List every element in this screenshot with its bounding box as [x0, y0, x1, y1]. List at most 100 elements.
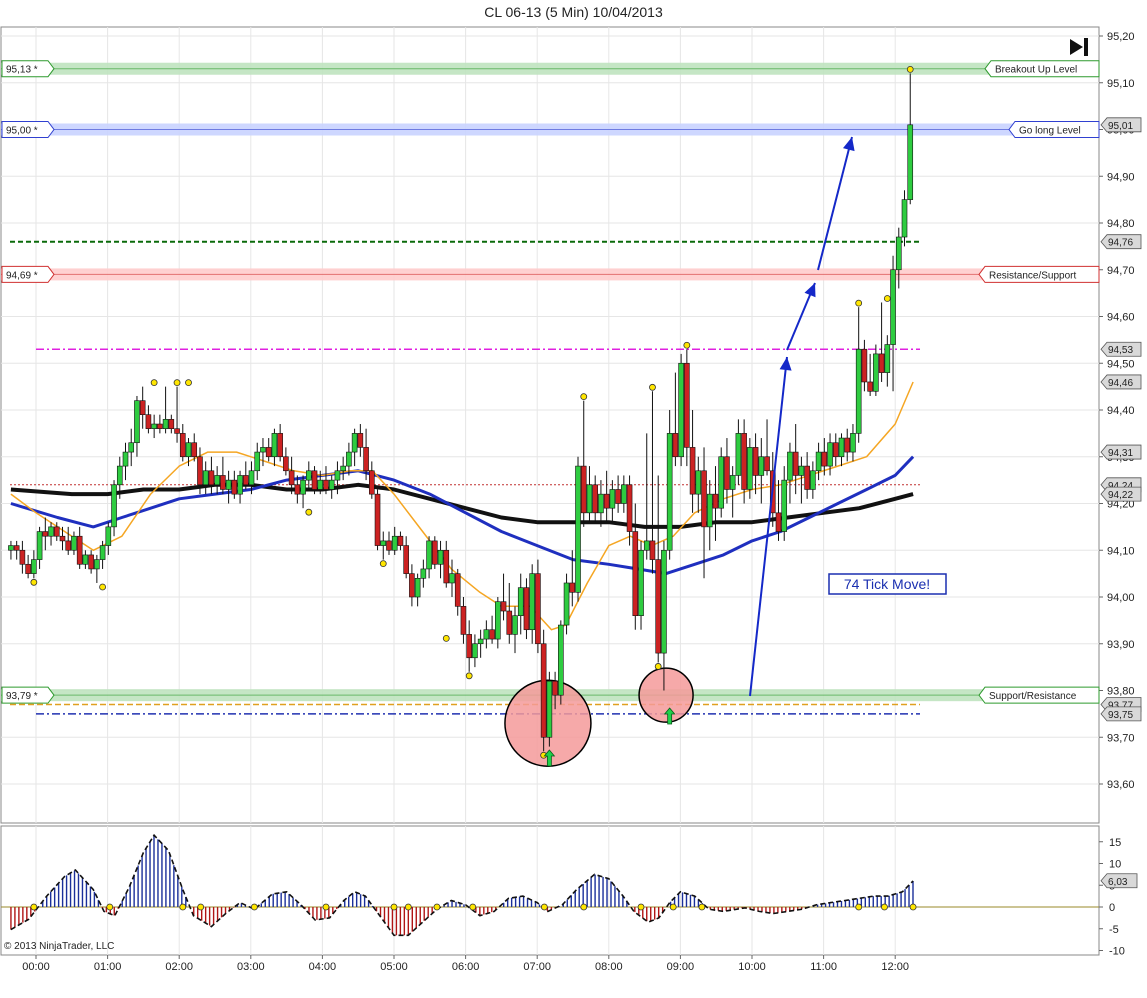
candle-body[interactable]	[792, 451, 799, 476]
candle-body[interactable]	[758, 456, 765, 476]
candle-body[interactable]	[191, 442, 198, 458]
candle-body[interactable]	[638, 549, 644, 616]
candle-body[interactable]	[632, 531, 639, 616]
candle-body[interactable]	[781, 479, 788, 532]
candle-body[interactable]	[437, 549, 444, 565]
candle-body[interactable]	[59, 535, 66, 542]
candle-body[interactable]	[311, 470, 318, 490]
candle-body[interactable]	[94, 559, 100, 570]
candle-body[interactable]	[466, 634, 472, 659]
candle-body[interactable]	[454, 573, 461, 607]
candle-body[interactable]	[804, 465, 810, 490]
candle-body[interactable]	[523, 587, 530, 631]
candle-body[interactable]	[580, 465, 587, 514]
candle-body[interactable]	[323, 479, 329, 490]
candle-body[interactable]	[162, 419, 169, 430]
candle-body[interactable]	[695, 470, 702, 495]
candle-body[interactable]	[420, 568, 427, 579]
candle-body[interactable]	[901, 199, 908, 238]
candle-body[interactable]	[99, 545, 106, 560]
candle-body[interactable]	[787, 451, 793, 481]
candle-body[interactable]	[277, 433, 283, 458]
candle-body[interactable]	[139, 400, 146, 415]
candle-body[interactable]	[242, 475, 249, 486]
candle-body[interactable]	[334, 470, 341, 481]
candle-body[interactable]	[363, 447, 369, 472]
candle-body[interactable]	[483, 629, 490, 640]
candle-body[interactable]	[609, 489, 616, 509]
candle-body[interactable]	[340, 465, 346, 472]
candle-body[interactable]	[878, 353, 885, 373]
candle-body[interactable]	[712, 493, 719, 509]
candle-body[interactable]	[76, 535, 83, 565]
candle-body[interactable]	[827, 442, 833, 467]
candle-body[interactable]	[735, 433, 742, 476]
candle-body[interactable]	[844, 437, 851, 453]
candle-body[interactable]	[288, 470, 295, 486]
candle-body[interactable]	[317, 479, 324, 490]
candle-body[interactable]	[592, 484, 598, 514]
candle-body[interactable]	[752, 447, 759, 476]
candle-body[interactable]	[621, 484, 627, 504]
candle-body[interactable]	[741, 433, 747, 490]
candle-body[interactable]	[197, 456, 203, 486]
candle-body[interactable]	[724, 456, 730, 490]
candle-body[interactable]	[598, 493, 604, 514]
candle-body[interactable]	[626, 484, 633, 532]
candle-body[interactable]	[517, 587, 524, 617]
candle-body[interactable]	[477, 638, 484, 645]
candle-body[interactable]	[432, 540, 438, 565]
candle-body[interactable]	[603, 493, 610, 509]
candle-body[interactable]	[500, 601, 507, 612]
candle-body[interactable]	[586, 484, 593, 514]
candle-body[interactable]	[13, 545, 20, 551]
candle-body[interactable]	[254, 451, 261, 472]
candle-body[interactable]	[615, 489, 621, 504]
candle-body[interactable]	[649, 540, 656, 560]
candle-body[interactable]	[82, 554, 89, 565]
candle-body[interactable]	[208, 470, 215, 486]
candle-body[interactable]	[65, 540, 72, 551]
candle-body[interactable]	[283, 456, 289, 472]
candle-body[interactable]	[260, 447, 266, 453]
candle-body[interactable]	[540, 643, 547, 738]
candle-body[interactable]	[764, 456, 770, 472]
candle-body[interactable]	[563, 582, 570, 626]
candle-body[interactable]	[409, 573, 415, 598]
candle-body[interactable]	[346, 451, 352, 467]
candle-body[interactable]	[403, 545, 409, 574]
candle-body[interactable]	[386, 540, 392, 551]
candle-body[interactable]	[706, 493, 713, 528]
candle-body[interactable]	[414, 577, 421, 598]
candle-body[interactable]	[88, 554, 94, 570]
candle-body[interactable]	[718, 456, 725, 509]
candle-body[interactable]	[472, 643, 478, 659]
candle-body[interactable]	[575, 465, 581, 593]
candle-body[interactable]	[855, 348, 862, 434]
candle-body[interactable]	[151, 423, 157, 429]
candle-body[interactable]	[168, 419, 175, 430]
candle-body[interactable]	[116, 465, 123, 486]
candle-body[interactable]	[655, 559, 662, 654]
candle-body[interactable]	[815, 451, 822, 472]
candle-body[interactable]	[25, 563, 31, 574]
candle-body[interactable]	[294, 484, 301, 495]
candle-body[interactable]	[672, 433, 679, 458]
candle-body[interactable]	[105, 526, 112, 546]
candle-body[interactable]	[569, 582, 576, 593]
candle-body[interactable]	[529, 573, 535, 631]
candle-body[interactable]	[850, 433, 856, 453]
candle-body[interactable]	[248, 470, 255, 486]
candle-body[interactable]	[357, 433, 364, 448]
candle-body[interactable]	[701, 470, 707, 528]
candle-body[interactable]	[535, 573, 541, 645]
candle-body[interactable]	[237, 475, 243, 495]
candle-body[interactable]	[426, 540, 432, 570]
candle-body[interactable]	[873, 353, 879, 392]
candle-body[interactable]	[884, 344, 891, 373]
candle-body[interactable]	[867, 381, 873, 392]
candle-body[interactable]	[890, 269, 896, 345]
candle-body[interactable]	[202, 470, 209, 486]
candle-body[interactable]	[666, 433, 673, 551]
candle-body[interactable]	[157, 423, 163, 429]
